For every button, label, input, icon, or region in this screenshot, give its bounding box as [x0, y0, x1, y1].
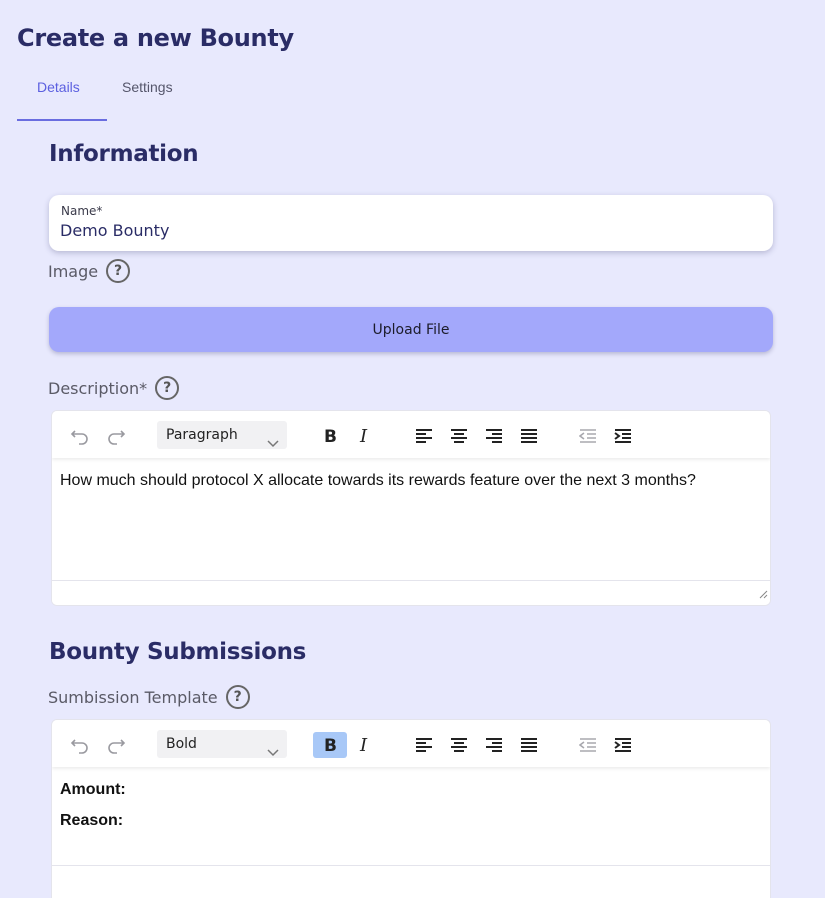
editor-status-bar: [52, 580, 770, 605]
information-heading: Information: [49, 141, 199, 167]
italic-icon[interactable]: I: [351, 732, 379, 758]
align-left-icon[interactable]: [410, 732, 438, 758]
resize-handle-icon[interactable]: [758, 584, 768, 603]
description-editor: Paragraph B I How much should protocol X…: [51, 410, 771, 606]
undo-icon[interactable]: [66, 423, 94, 449]
name-field-label: Name*: [61, 204, 103, 218]
active-tab-indicator: [17, 119, 107, 121]
description-label-row: Description* ?: [48, 376, 180, 400]
page-title: Create a new Bounty: [17, 24, 294, 52]
align-justify-icon[interactable]: [515, 423, 543, 449]
help-icon[interactable]: ?: [155, 376, 180, 400]
align-justify-icon[interactable]: [515, 732, 543, 758]
editor-toolbar: Bold B I: [52, 720, 770, 767]
outdent-icon[interactable]: [574, 732, 602, 758]
bold-icon[interactable]: B: [313, 732, 347, 758]
editor-toolbar: Paragraph B I: [52, 411, 770, 458]
redo-icon[interactable]: [102, 423, 130, 449]
image-label-row: Image ?: [48, 259, 131, 283]
tab-settings[interactable]: Settings: [122, 79, 173, 95]
template-line-reason: Reason:: [60, 812, 124, 829]
outdent-icon[interactable]: [574, 423, 602, 449]
block-format-select[interactable]: Bold: [157, 730, 287, 758]
submission-template-label-row: Sumbission Template ?: [48, 685, 250, 709]
description-content[interactable]: How much should protocol X allocate towa…: [52, 458, 770, 504]
undo-icon[interactable]: [66, 732, 94, 758]
align-left-icon[interactable]: [410, 423, 438, 449]
description-text: How much should protocol X allocate towa…: [60, 472, 696, 489]
block-format-select[interactable]: Paragraph: [157, 421, 287, 449]
name-input[interactable]: [60, 221, 750, 240]
align-right-icon[interactable]: [480, 423, 508, 449]
block-format-value: Bold: [166, 736, 197, 752]
tab-bar: Details Settings: [17, 72, 317, 121]
bold-icon[interactable]: B: [316, 423, 344, 449]
bounty-submissions-heading: Bounty Submissions: [49, 639, 307, 665]
chevron-down-icon: [267, 430, 279, 458]
svg-text:I: I: [359, 736, 368, 754]
indent-icon[interactable]: [609, 423, 637, 449]
help-icon[interactable]: ?: [225, 685, 250, 709]
italic-icon[interactable]: I: [351, 423, 379, 449]
align-right-icon[interactable]: [480, 732, 508, 758]
template-line-amount: Amount:: [60, 781, 126, 798]
submission-template-label: Sumbission Template: [48, 687, 218, 707]
block-format-value: Paragraph: [166, 427, 238, 443]
editor-status-bar: [52, 865, 770, 890]
redo-icon[interactable]: [102, 732, 130, 758]
help-icon[interactable]: ?: [106, 259, 131, 283]
description-label: Description*: [48, 378, 148, 398]
name-field[interactable]: Name*: [49, 195, 773, 251]
indent-icon[interactable]: [609, 732, 637, 758]
submission-template-editor: Bold B I Amount: Reason:: [51, 719, 771, 898]
tab-details[interactable]: Details: [37, 79, 80, 95]
align-center-icon[interactable]: [445, 423, 473, 449]
chevron-down-icon: [267, 739, 279, 767]
upload-file-button[interactable]: Upload File: [49, 307, 773, 352]
image-label: Image: [48, 261, 99, 281]
align-center-icon[interactable]: [445, 732, 473, 758]
submission-template-content[interactable]: Amount: Reason:: [52, 767, 770, 857]
svg-text:I: I: [359, 427, 368, 445]
svg-text:B: B: [324, 427, 337, 445]
svg-text:B: B: [324, 736, 337, 754]
